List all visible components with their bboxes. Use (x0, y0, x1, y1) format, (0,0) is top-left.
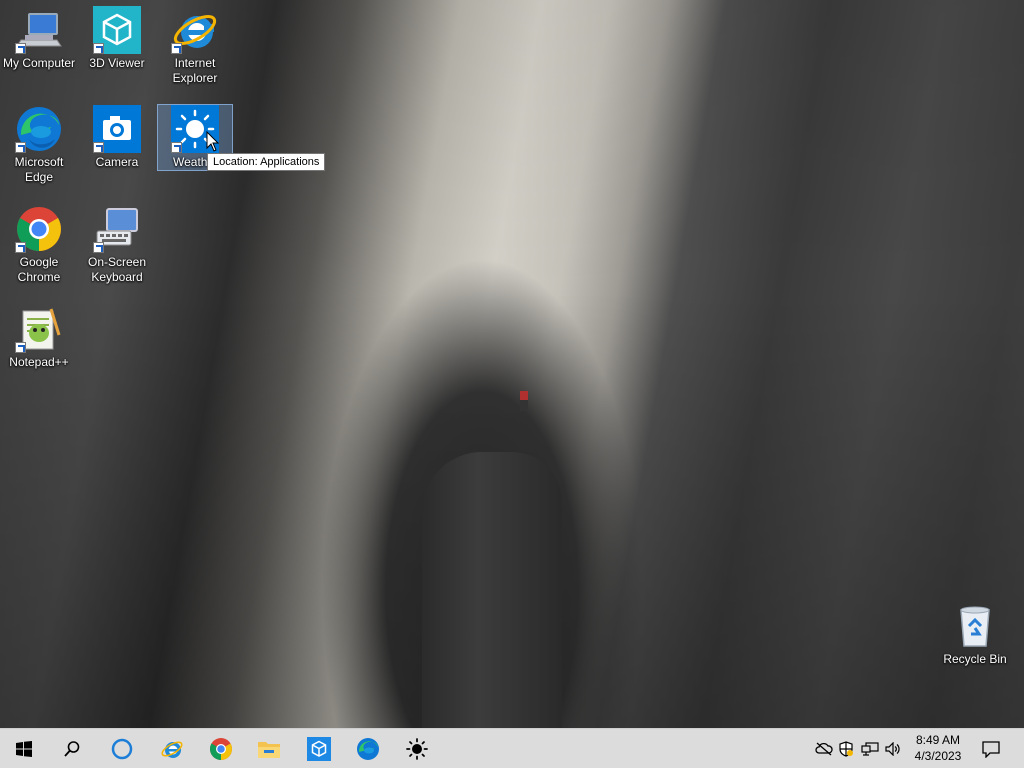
internet-explorer-icon (171, 6, 219, 54)
3d-viewer-icon (307, 737, 331, 761)
desktop-icon-recycle-bin[interactable]: Recycle Bin (938, 602, 1012, 667)
desktop-icon-label: Camera (95, 155, 139, 169)
desktop[interactable]: My Computer 3D Viewer Internet Explorer … (0, 0, 1024, 728)
cortana-icon (111, 738, 133, 760)
chrome-icon (210, 738, 232, 760)
desktop-icon-google-chrome[interactable]: Google Chrome (2, 205, 76, 285)
desktop-icon-label: On-Screen Keyboard (87, 255, 147, 284)
clock-date: 4/3/2023 (914, 749, 962, 763)
shortcut-arrow-icon (15, 242, 26, 253)
taskbar-weather[interactable] (393, 729, 441, 769)
desktop-icon-notepad-plus-plus[interactable]: Notepad++ (2, 305, 76, 370)
desktop-icon-label: My Computer (2, 56, 76, 70)
taskbar-clock[interactable]: 8:49 AM 4/3/2023 (903, 732, 973, 764)
desktop-icon-3d-viewer[interactable]: 3D Viewer (80, 6, 154, 71)
file-explorer-icon (258, 742, 280, 758)
desktop-icon-label: Microsoft Edge (14, 155, 64, 184)
taskbar-chrome[interactable] (197, 729, 245, 769)
tooltip: Location: Applications (207, 153, 326, 171)
taskbar-internet-explorer[interactable] (148, 729, 196, 769)
security-shield-icon[interactable] (834, 741, 858, 757)
wallpaper-climber (520, 391, 528, 411)
shortcut-arrow-icon (15, 142, 26, 153)
desktop-icon-on-screen-keyboard[interactable]: On-Screen Keyboard (80, 205, 154, 285)
desktop-icon-camera[interactable]: Camera (80, 105, 154, 170)
cortana-button[interactable] (98, 729, 146, 769)
shortcut-arrow-icon (171, 142, 182, 153)
action-center-button[interactable] (968, 729, 1014, 769)
recycle-bin-icon (951, 602, 999, 650)
desktop-icon-label: Recycle Bin (943, 652, 1007, 666)
computer-icon (15, 6, 63, 54)
notepad-plus-plus-icon (15, 305, 63, 353)
camera-icon (93, 105, 141, 153)
keyboard-icon (93, 205, 141, 253)
clock-time: 8:49 AM (915, 733, 961, 747)
start-button[interactable] (0, 729, 48, 769)
taskbar: 8:49 AM 4/3/2023 (0, 728, 1024, 768)
taskbar-3d-viewer[interactable] (295, 729, 343, 769)
desktop-icon-microsoft-edge[interactable]: Microsoft Edge (2, 105, 76, 185)
taskbar-file-explorer[interactable] (245, 729, 293, 769)
start-icon (16, 741, 32, 757)
desktop-icon-label: 3D Viewer (89, 56, 145, 70)
action-center-icon (982, 740, 1000, 758)
mouse-cursor-icon (206, 130, 220, 158)
weather-sun-icon (406, 738, 428, 760)
edge-icon (357, 738, 379, 760)
cube-icon (93, 6, 141, 54)
chrome-icon (15, 205, 63, 253)
search-icon (64, 741, 80, 757)
volume-icon[interactable] (882, 742, 904, 756)
desktop-icon-label: Internet Explorer (172, 56, 218, 85)
desktop-icon-label: Google Chrome (17, 255, 61, 284)
shortcut-arrow-icon (171, 43, 182, 54)
onedrive-offline-icon[interactable] (814, 742, 834, 756)
desktop-icon-label: Notepad++ (9, 355, 69, 369)
internet-explorer-icon (161, 741, 183, 758)
wallpaper-rock-pillar (422, 452, 562, 728)
edge-icon (15, 105, 63, 153)
search-button[interactable] (48, 729, 96, 769)
shortcut-arrow-icon (15, 43, 26, 54)
desktop-icon-my-computer[interactable]: My Computer (2, 6, 76, 71)
shortcut-arrow-icon (15, 342, 26, 353)
system-tray (814, 729, 904, 769)
shortcut-arrow-icon (93, 43, 104, 54)
desktop-icon-internet-explorer[interactable]: Internet Explorer (158, 6, 232, 86)
shortcut-arrow-icon (93, 242, 104, 253)
network-icon[interactable] (858, 742, 882, 756)
taskbar-edge[interactable] (344, 729, 392, 769)
shortcut-arrow-icon (93, 142, 104, 153)
